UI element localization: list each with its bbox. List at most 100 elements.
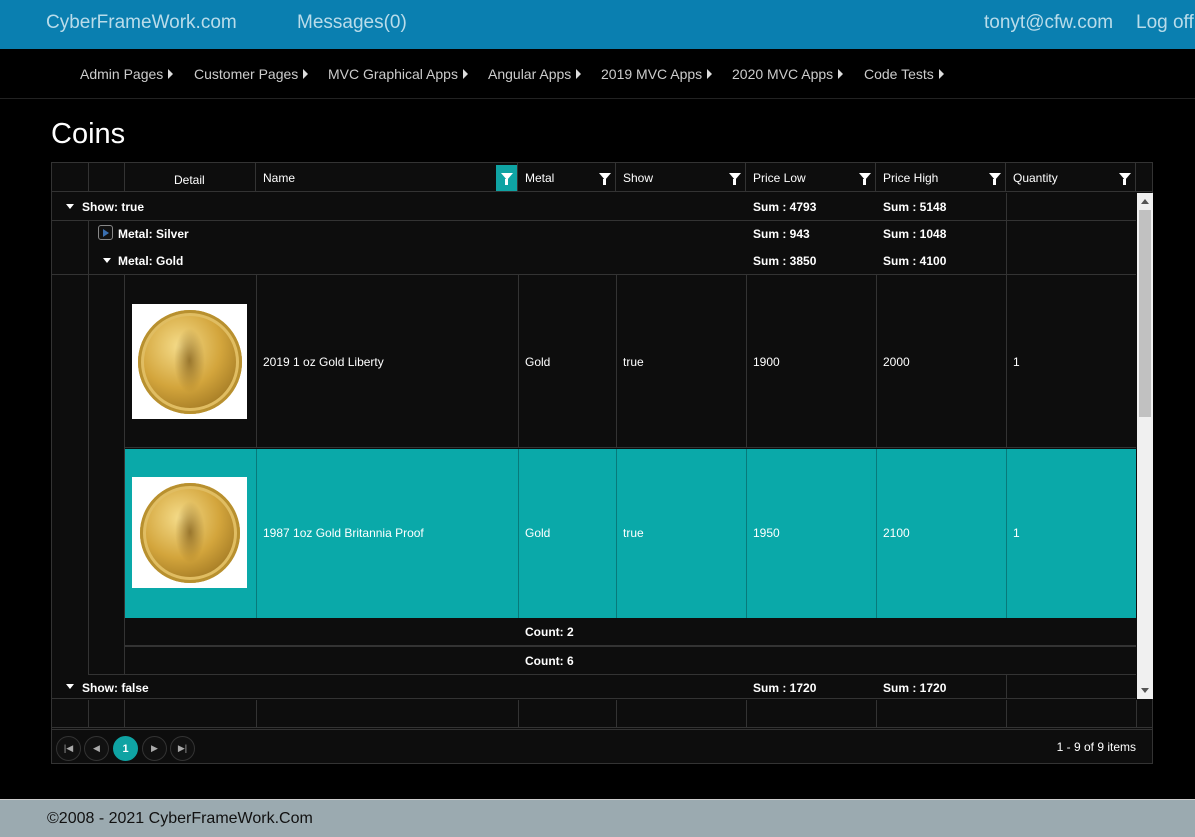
column-label: Metal	[525, 171, 555, 185]
coin-image	[132, 304, 247, 419]
column-header-price-low[interactable]: Price Low	[746, 163, 876, 192]
cell-divider	[1006, 675, 1007, 699]
table-row[interactable]: 2019 1 oz Gold Liberty Gold true 1900 20…	[125, 275, 1136, 448]
column-label: Quantity	[1013, 171, 1058, 185]
column-header-quantity[interactable]: Quantity	[1006, 163, 1136, 192]
collapse-icon[interactable]	[66, 204, 74, 209]
caret-right-icon	[938, 69, 944, 79]
cell-name: 2019 1 oz Gold Liberty	[263, 355, 384, 369]
next-page-icon[interactable]: ▶	[142, 736, 167, 761]
menu-2020-mvc-apps[interactable]: 2020 MVC Apps	[732, 66, 844, 82]
user-link[interactable]: tonyt@cfw.com	[984, 12, 1113, 34]
menu-angular-apps[interactable]: Angular Apps	[488, 66, 582, 82]
cell-price-low: 1900	[753, 355, 780, 369]
brand-link[interactable]: CyberFrameWork.com	[46, 12, 237, 34]
messages-link[interactable]: Messages(0)	[297, 12, 407, 34]
group-indent-header	[89, 163, 125, 192]
group-footer-gold: Count: 2	[125, 618, 1136, 647]
logoff-link[interactable]: Log off	[1136, 12, 1194, 34]
group-sum-price-low: Sum : 4793	[753, 200, 817, 214]
cell-name: 1987 1oz Gold Britannia Proof	[263, 526, 424, 540]
filter-icon[interactable]	[1114, 165, 1135, 191]
group-sum-price-high: Sum : 4100	[883, 254, 947, 268]
group-sum-price-high: Sum : 1048	[883, 227, 947, 241]
cell-show: true	[623, 355, 644, 369]
filter-icon[interactable]	[984, 165, 1005, 191]
prev-page-icon[interactable]: ◀	[84, 736, 109, 761]
cell-price-low: 1950	[753, 526, 780, 540]
menu-label: Customer Pages	[194, 66, 299, 82]
scroll-up-icon[interactable]	[1141, 199, 1149, 204]
caret-right-icon	[838, 69, 844, 79]
table-row-selected[interactable]: 1987 1oz Gold Britannia Proof Gold true …	[125, 449, 1136, 618]
menu-label: Angular Apps	[488, 66, 572, 82]
first-page-icon[interactable]: |◀	[56, 736, 81, 761]
column-header-detail[interactable]: Detail	[125, 163, 256, 192]
page-title: Coins	[51, 118, 126, 150]
group-sum-price-high: Sum : 1720	[883, 681, 947, 695]
page-footer: ©2008 - 2021 CyberFrameWork.Com	[0, 799, 1195, 837]
scroll-thumb[interactable]	[1139, 210, 1151, 417]
group-label: Metal: Gold	[118, 254, 184, 268]
expand-icon[interactable]	[98, 225, 113, 240]
cell-metal: Gold	[525, 355, 551, 369]
collapse-icon[interactable]	[66, 684, 74, 689]
grid-header: Detail Name Metal Show Price Low Price H…	[52, 163, 1152, 192]
pager-info: 1 - 9 of 9 items	[1056, 740, 1136, 754]
page-button-current[interactable]: 1	[113, 736, 138, 761]
column-label: Detail	[174, 173, 205, 187]
menu-bar: Admin Pages Customer Pages MVC Graphical…	[0, 49, 1195, 99]
caret-right-icon	[707, 69, 713, 79]
column-label: Price Low	[753, 171, 806, 185]
column-header-metal[interactable]: Metal	[518, 163, 616, 192]
filter-icon[interactable]	[724, 165, 745, 191]
column-header-show[interactable]: Show	[616, 163, 746, 192]
group-row-metal-silver: Metal: Silver Sum : 943 Sum : 1048	[52, 221, 1136, 276]
group-count: Count: 2	[525, 625, 574, 639]
column-label: Show	[623, 171, 654, 185]
scroll-down-icon[interactable]	[1141, 688, 1149, 693]
group-row-show-true: Show: true Sum : 4793 Sum : 5148	[52, 193, 1136, 221]
menu-label: MVC Graphical Apps	[328, 66, 458, 82]
caret-right-icon	[462, 69, 468, 79]
group-sum-price-high: Sum : 5148	[883, 200, 947, 214]
menu-label: Code Tests	[864, 66, 934, 82]
filter-icon[interactable]	[496, 165, 517, 191]
column-header-price-high[interactable]: Price High	[876, 163, 1006, 192]
menu-mvc-graphical-apps[interactable]: MVC Graphical Apps	[328, 66, 468, 82]
group-footer-show-true: Count: 6	[89, 647, 1136, 675]
menu-admin-pages[interactable]: Admin Pages	[80, 66, 174, 82]
cell-divider	[1006, 193, 1007, 221]
filter-icon[interactable]	[854, 165, 875, 191]
group-indent-header	[52, 163, 89, 192]
menu-code-tests[interactable]: Code Tests	[864, 66, 944, 82]
group-sum-price-low: Sum : 3850	[753, 254, 817, 268]
top-navbar: CyberFrameWork.com Messages(0) tonyt@cfw…	[0, 0, 1195, 49]
cell-price-high: 2100	[883, 526, 910, 540]
caret-right-icon	[168, 69, 174, 79]
copyright-text: ©2008 - 2021 CyberFrameWork.Com	[47, 810, 313, 827]
grid-scrollbar[interactable]	[1137, 193, 1153, 699]
grid-pager: |◀ ◀ 1 ▶ ▶| 1 - 9 of 9 items	[52, 729, 1152, 763]
menu-2019-mvc-apps[interactable]: 2019 MVC Apps	[601, 66, 713, 82]
group-row-show-false: Show: false Sum : 1720 Sum : 1720	[52, 675, 1136, 699]
collapse-icon[interactable]	[103, 258, 111, 263]
cell-metal: Gold	[525, 526, 551, 540]
filter-icon[interactable]	[594, 165, 615, 191]
group-label: Metal: Silver	[118, 227, 189, 241]
menu-label: 2019 MVC Apps	[601, 66, 703, 82]
menu-customer-pages[interactable]: Customer Pages	[194, 66, 309, 82]
coins-grid: Detail Name Metal Show Price Low Price H…	[51, 162, 1153, 764]
group-indent-divider	[88, 221, 89, 675]
last-page-icon[interactable]: ▶|	[170, 736, 195, 761]
group-label: Show: false	[82, 681, 149, 695]
cell-show: true	[623, 526, 644, 540]
group-label: Show: true	[82, 200, 144, 214]
caret-right-icon	[303, 69, 309, 79]
column-header-name[interactable]: Name	[256, 163, 518, 192]
caret-right-icon	[576, 69, 582, 79]
cell-quantity: 1	[1013, 526, 1020, 540]
cell-quantity: 1	[1013, 355, 1020, 369]
column-label: Name	[263, 171, 296, 185]
cell-price-high: 2000	[883, 355, 910, 369]
